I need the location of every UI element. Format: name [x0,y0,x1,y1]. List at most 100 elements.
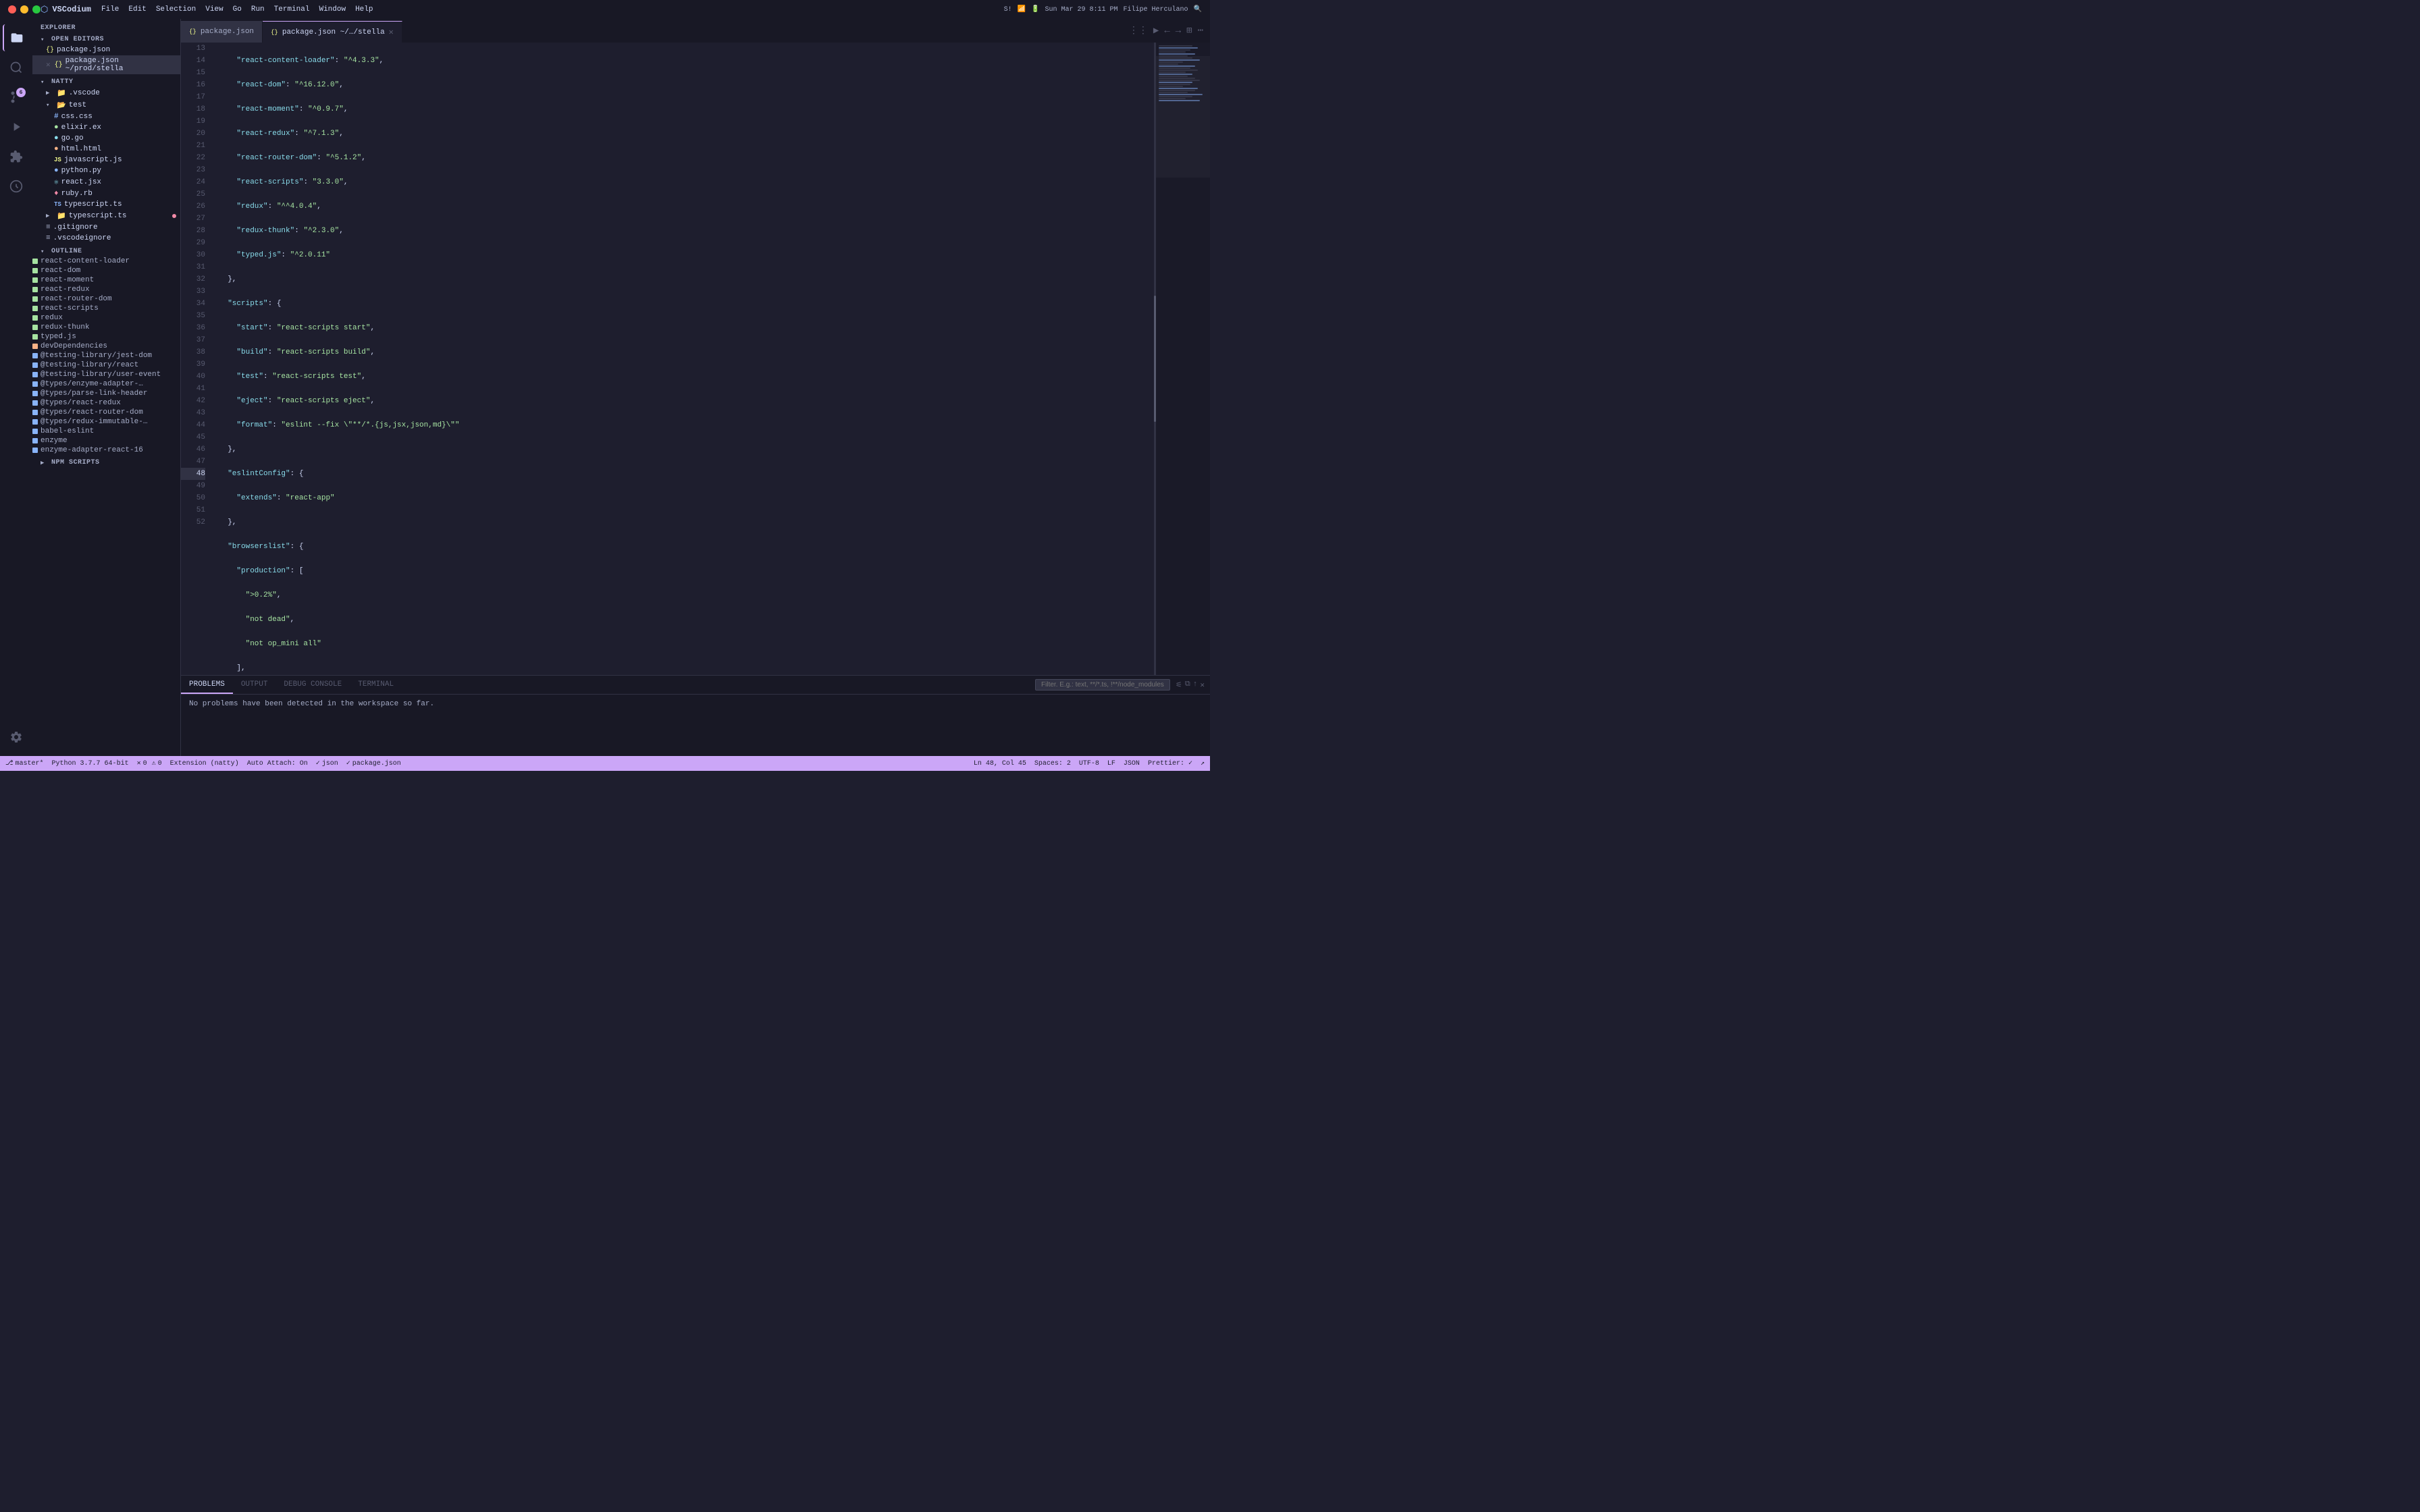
outline-react-router-types[interactable]: @types/react-router-dom [32,408,180,417]
open-editor-2-close[interactable]: ✕ [46,60,51,70]
menu-edit[interactable]: Edit [128,5,146,14]
menu-help[interactable]: Help [355,5,373,14]
vscode-folder[interactable]: ▶ 📁 .vscode [32,87,180,99]
feedback-button[interactable]: ↗ [1201,759,1205,767]
outline-enzyme-adapter[interactable]: @types/enzyme-adapter-… [32,379,180,389]
close-panel-button[interactable]: ✕ [1200,680,1205,690]
open-editor-2[interactable]: ✕ {} package.json ~/prod/stella [32,55,180,74]
go-file[interactable]: ● go.go [32,133,180,144]
outline-enzyme[interactable]: enzyme [32,436,180,446]
copy-button[interactable]: ⧉ [1185,680,1190,690]
open-editor-1[interactable]: {} package.json [32,45,180,55]
more-actions-button[interactable]: ⋯ [1196,24,1205,38]
app-name: VSCodium [52,5,91,14]
outline-babel-eslint[interactable]: babel-eslint [32,427,180,436]
menu-view[interactable]: View [205,5,223,14]
editor-scrollbar[interactable] [1154,43,1156,675]
python-status[interactable]: Python 3.7.7 64-bit [52,760,129,767]
outline-redux-immutable[interactable]: @types/redux-immutable-… [32,417,180,427]
outline-testing-jest[interactable]: @testing-library/jest-dom [32,351,180,360]
clear-button[interactable]: ↑ [1193,680,1198,690]
split-editor-button[interactable]: ⋮⋮ [1128,24,1149,38]
python-file[interactable]: ● python.py [32,165,180,176]
menu-go[interactable]: Go [233,5,242,14]
menu-file[interactable]: File [101,5,119,14]
vscodeignore-file[interactable]: ≡ .vscodeignore [32,233,180,244]
prettier-status[interactable]: Prettier: ✓ [1148,759,1192,767]
outline-redux[interactable]: redux [32,313,180,323]
menu-window[interactable]: Window [319,5,346,14]
outline-react-dom[interactable]: react-dom [32,266,180,275]
close-button[interactable] [8,5,16,14]
filter-input[interactable] [1035,679,1170,691]
menu-run[interactable]: Run [251,5,265,14]
tab-debug-console[interactable]: DEBUG CONSOLE [275,676,350,694]
outline-testing-react[interactable]: @testing-library/react [32,360,180,370]
outline-react-redux[interactable]: react-redux [32,285,180,294]
typescript-file[interactable]: TS typescript.ts [32,199,180,210]
outline-header[interactable]: ▾ OUTLINE [32,246,180,256]
back-button[interactable]: ← [1163,24,1171,38]
json-lang-status[interactable]: ✓ json [316,759,338,767]
menu-selection[interactable]: Selection [156,5,196,14]
run-activity[interactable] [3,113,30,140]
outline-enzyme-adapter-16[interactable]: enzyme-adapter-react-16 [32,446,180,455]
settings-activity[interactable] [3,724,30,751]
outline-react-content-loader[interactable]: react-content-loader [32,256,180,266]
maximize-button[interactable] [32,5,41,14]
tab-output[interactable]: OUTPUT [233,676,276,694]
filter-button[interactable]: ⚟ [1176,680,1182,690]
css-file[interactable]: # css.css [32,111,180,122]
explorer-activity[interactable] [3,24,30,51]
menu-terminal[interactable]: Terminal [274,5,310,14]
source-control-activity[interactable]: 6 [3,84,30,111]
themes-folder[interactable]: ▶ 📁 typescript.ts [32,210,180,222]
extension-status[interactable]: Extension (natty) [170,760,239,767]
javascript-file[interactable]: JS javascript.js [32,155,180,165]
outline-redux-thunk[interactable]: redux-thunk [32,323,180,332]
react-file[interactable]: ⚛ react.jsx [32,176,180,188]
tab-package-json-2[interactable]: {} package.json ~/…/stella ✕ [263,21,402,43]
outline-react-scripts[interactable]: react-scripts [32,304,180,313]
natty-label: NATTY [51,78,74,86]
editor-content[interactable]: 13 14 15 16 17 18 19 20 21 22 23 24 25 2… [181,43,1210,675]
open-editors-header[interactable]: ▾ OPEN EDITORS [32,34,180,45]
cursor-position-status[interactable]: Ln 48, Col 45 [974,760,1026,767]
search-activity[interactable] [3,54,30,81]
auto-attach-status[interactable]: Auto Attach: On [247,760,308,767]
outline-typed-js[interactable]: typed.js [32,332,180,342]
encoding-status[interactable]: UTF-8 [1079,760,1099,767]
spaces-status[interactable]: Spaces: 2 [1034,760,1071,767]
extensions-activity[interactable] [3,143,30,170]
tab-terminal[interactable]: TERMINAL [350,676,402,694]
outline-react-redux-types[interactable]: @types/react-redux [32,398,180,408]
code-editor[interactable]: "react-content-loader": "^4.3.3", "react… [213,43,1156,675]
run-button[interactable]: ▶ [1152,24,1160,38]
traffic-lights[interactable] [8,5,41,14]
git-lens-activity[interactable] [3,173,30,200]
outline-react-router-dom[interactable]: react-router-dom [32,294,180,304]
code-line-30: "eslintConfig": { [219,468,1156,480]
git-branch-status[interactable]: ⎇ master* [5,759,44,767]
natty-header[interactable]: ▾ NATTY [32,77,180,87]
ruby-file[interactable]: ♦ ruby.rb [32,188,180,199]
test-folder[interactable]: ▾ 📂 test [32,99,180,111]
html-file[interactable]: ● html.html [32,144,180,155]
outline-react-moment[interactable]: react-moment [32,275,180,285]
minimize-button[interactable] [20,5,28,14]
errors-status[interactable]: ✕ 0 ⚠ 0 [137,759,162,767]
outline-parse-link[interactable]: @types/parse-link-header [32,389,180,398]
file-status[interactable]: ✓ package.json [346,759,401,767]
tab-problems[interactable]: PROBLEMS [181,676,233,694]
format-status[interactable]: JSON [1124,760,1140,767]
tab-package-json-1[interactable]: {} package.json [181,21,263,43]
forward-button[interactable]: → [1174,24,1182,38]
tab-close-2[interactable]: ✕ [389,27,394,37]
npm-scripts-header[interactable]: ▶ NPM SCRIPTS [32,458,180,468]
gitignore-file[interactable]: ≡ .gitignore [32,222,180,233]
open-changes-button[interactable]: ⊞ [1185,24,1193,38]
elixir-file[interactable]: ● elixir.ex [32,122,180,133]
outline-testing-user-event[interactable]: @testing-library/user-event [32,370,180,379]
outline-devdependencies[interactable]: devDependencies [32,342,180,351]
line-ending-status[interactable]: LF [1107,760,1115,767]
